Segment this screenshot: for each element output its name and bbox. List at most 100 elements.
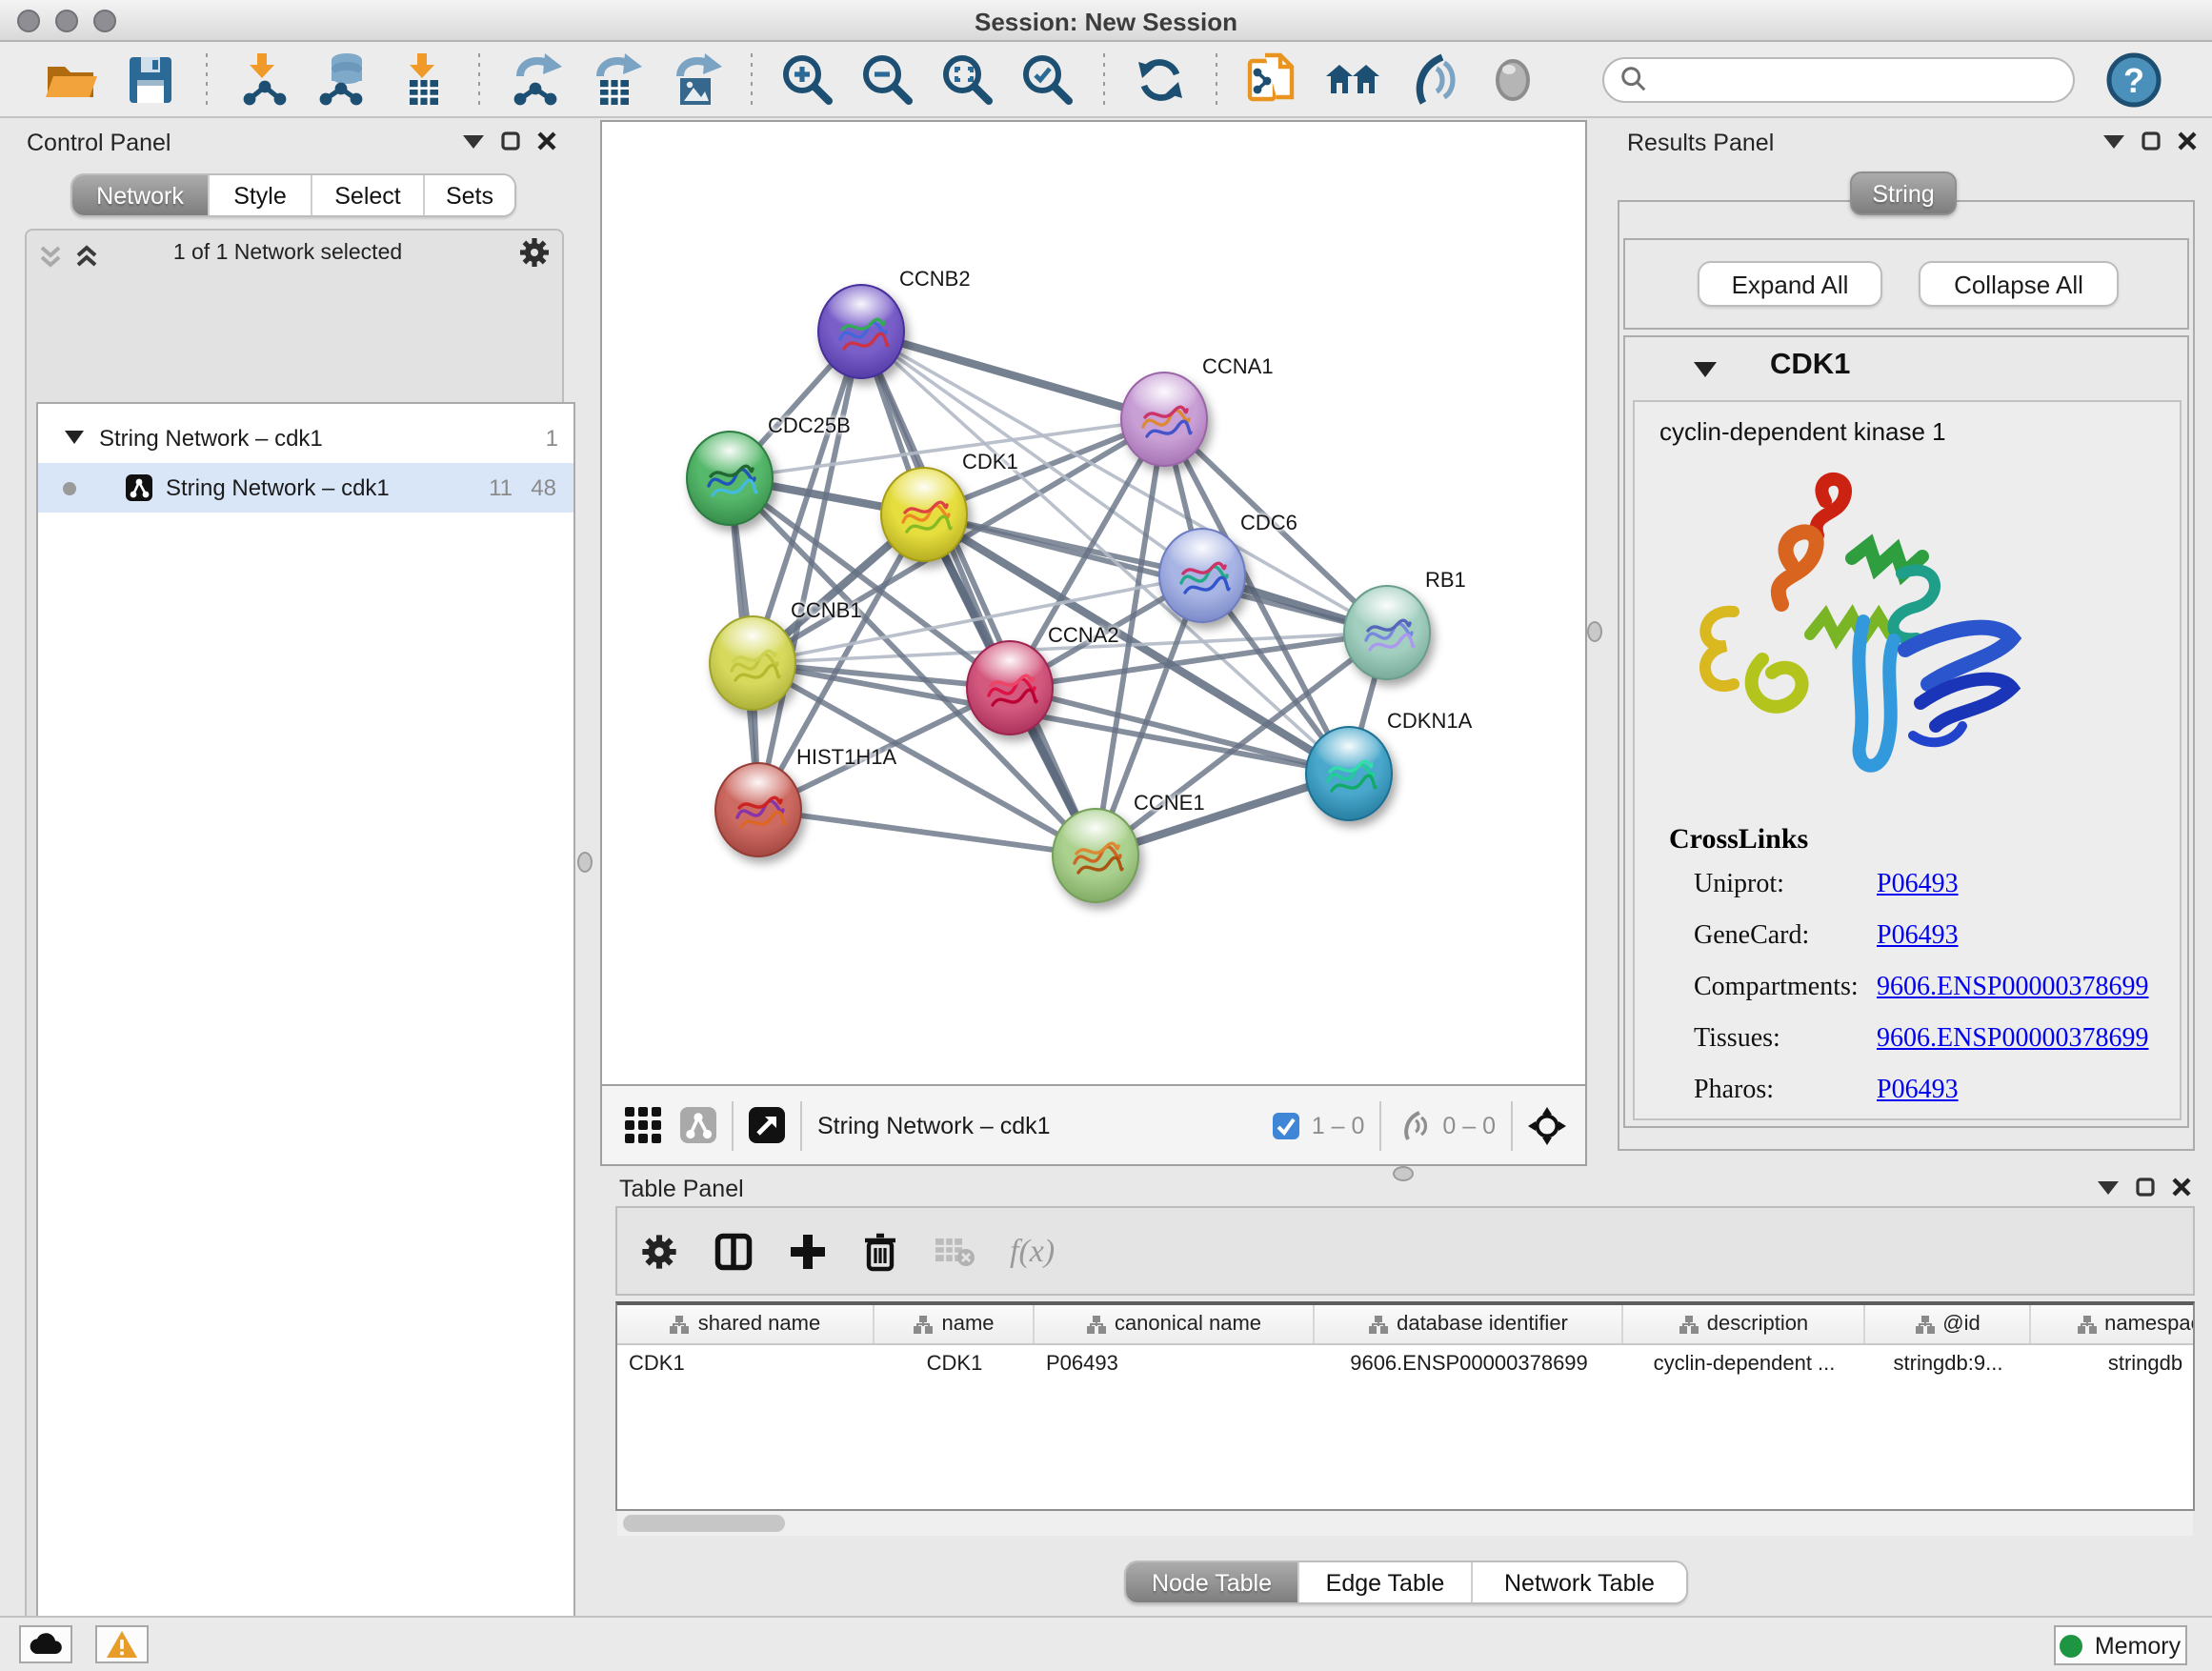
node-CCNA1[interactable] (1120, 372, 1208, 467)
tab-edge-table[interactable]: Edge Table (1299, 1562, 1473, 1602)
show-columns-icon[interactable] (713, 1230, 754, 1272)
hidden-eye-slash-icon[interactable] (1397, 1110, 1431, 1140)
collapse-all-button[interactable]: Collapse All (1919, 261, 2119, 307)
delete-column-trash-icon[interactable] (861, 1230, 899, 1272)
node-table[interactable]: shared namenamecanonical namedatabase id… (615, 1301, 2195, 1511)
cloud-button[interactable] (19, 1625, 72, 1663)
tab-sets[interactable]: Sets (425, 175, 514, 215)
table-cell[interactable]: CDK1 (875, 1345, 1035, 1383)
panel-float-icon[interactable] (501, 131, 520, 151)
node-CDC25B[interactable] (686, 431, 774, 526)
homes-icon[interactable] (1324, 50, 1381, 108)
column-header-description[interactable]: description (1623, 1305, 1865, 1343)
column-header--id[interactable]: @id (1865, 1305, 2031, 1343)
tab-style[interactable]: Style (210, 175, 312, 215)
zoom-selected-icon[interactable] (1019, 50, 1076, 108)
table-cell[interactable]: cyclin-dependent ... (1623, 1345, 1865, 1383)
node-CDK1[interactable] (880, 467, 968, 562)
zoom-out-icon[interactable] (859, 50, 916, 108)
create-column-plus-icon[interactable] (789, 1232, 827, 1270)
node-CCNA2[interactable] (966, 640, 1054, 735)
memory-button[interactable]: Memory (2054, 1625, 2187, 1665)
save-session-icon[interactable] (122, 50, 179, 108)
left-splitter-handle[interactable] (577, 852, 593, 873)
export-image-icon[interactable] (667, 50, 724, 108)
crosslink-link[interactable]: P06493 (1877, 922, 1959, 953)
import-network-icon[interactable] (234, 50, 292, 108)
scrollbar-thumb[interactable] (623, 1515, 785, 1532)
selected-checkbox-icon[interactable] (1274, 1112, 1300, 1138)
network-row-selected[interactable]: String Network – cdk1 11 48 (38, 463, 573, 513)
edge-CCNB2-CCNA1[interactable] (861, 332, 1164, 419)
column-header-database-identifier[interactable]: database identifier (1315, 1305, 1623, 1343)
panel-float-icon[interactable] (2142, 131, 2161, 151)
tab-string[interactable]: String (1850, 171, 1957, 215)
collection-expander-icon[interactable] (65, 431, 84, 446)
import-table-icon[interactable] (394, 50, 452, 108)
table-cell[interactable]: stringdb (2031, 1345, 2195, 1383)
crosslink-link[interactable]: P06493 (1877, 1077, 1959, 1107)
column-header-name[interactable]: name (875, 1305, 1035, 1343)
table-horizontal-scrollbar[interactable] (617, 1511, 2193, 1536)
panel-close-icon[interactable] (2178, 131, 2197, 151)
window-title: Session: New Session (0, 8, 2212, 36)
panel-collapse-icon[interactable] (2103, 132, 2124, 150)
table-cell[interactable]: CDK1 (617, 1345, 875, 1383)
edge-CCNB2-HIST1H1A[interactable] (758, 332, 861, 810)
show-panels-eye-icon[interactable] (1484, 50, 1541, 108)
table-cell[interactable]: stringdb:9... (1865, 1345, 2031, 1383)
warnings-button[interactable] (95, 1625, 149, 1663)
node-CCNB2[interactable] (817, 284, 905, 379)
zoom-in-icon[interactable] (779, 50, 836, 108)
string-share-icon[interactable] (680, 1107, 716, 1143)
node-HIST1H1A[interactable] (714, 762, 802, 857)
birdseye-grid-icon[interactable] (625, 1107, 661, 1143)
edge-CCNE1-HIST1H1A[interactable] (758, 810, 1096, 856)
tab-network[interactable]: Network (72, 175, 210, 215)
panel-close-icon[interactable] (537, 131, 556, 151)
refresh-icon[interactable] (1132, 50, 1189, 108)
panel-float-icon[interactable] (2136, 1178, 2155, 1197)
table-cell[interactable]: 9606.ENSP00000378699 (1315, 1345, 1623, 1383)
node-CDC6[interactable] (1158, 528, 1246, 623)
node-CCNB1[interactable] (709, 615, 796, 711)
network-canvas[interactable]: CCNB2CCNA1CDC25BCDK1CDC6RB1CCNB1CCNA2CDK… (600, 120, 1587, 1086)
column-header-namespace[interactable]: namespace (2031, 1305, 2195, 1343)
network-collection-row[interactable]: String Network – cdk1 1 (38, 413, 573, 463)
node-CCNE1[interactable] (1052, 808, 1139, 903)
table-cell[interactable]: P06493 (1035, 1345, 1315, 1383)
expand-all-button[interactable]: Expand All (1698, 261, 1882, 307)
column-header-shared-name[interactable]: shared name (617, 1305, 875, 1343)
export-network-icon[interactable] (507, 50, 564, 108)
table-row[interactable]: CDK1CDK1P064939606.ENSP00000378699cyclin… (617, 1345, 2193, 1383)
panel-collapse-icon[interactable] (463, 132, 484, 150)
hide-panels-icon[interactable] (1404, 50, 1461, 108)
crosslink-link[interactable]: 9606.ENSP00000378699 (1877, 974, 2148, 1004)
panel-collapse-icon[interactable] (2098, 1178, 2119, 1196)
zoom-fit-icon[interactable] (939, 50, 996, 108)
import-database-icon[interactable] (314, 50, 372, 108)
open-session-icon[interactable] (42, 50, 99, 108)
node-RB1[interactable] (1343, 585, 1431, 680)
table-options-gear-icon[interactable] (640, 1232, 678, 1270)
column-header-canonical-name[interactable]: canonical name (1035, 1305, 1315, 1343)
search-field[interactable] (1602, 56, 2075, 102)
tab-network-table[interactable]: Network Table (1473, 1562, 1686, 1602)
open-in-browser-icon[interactable] (749, 1107, 785, 1143)
fit-crosshair-icon[interactable] (1528, 1106, 1566, 1144)
table-header-row: shared namenamecanonical namedatabase id… (617, 1305, 2193, 1345)
export-table-icon[interactable] (587, 50, 644, 108)
hidden-counts: 0 – 0 (1442, 1112, 1496, 1138)
gene-expander-icon[interactable] (1694, 362, 1717, 379)
annotation-copy-icon[interactable] (1244, 50, 1301, 108)
crosslink-link[interactable]: P06493 (1877, 871, 1959, 901)
tab-node-table[interactable]: Node Table (1126, 1562, 1299, 1602)
crosslink-link[interactable]: 9606.ENSP00000378699 (1877, 1025, 2148, 1056)
control-panel-tabs: Network Style Select Sets (70, 173, 516, 217)
panel-close-icon[interactable] (2172, 1178, 2191, 1197)
help-icon[interactable]: ? (2105, 50, 2162, 108)
tab-select[interactable]: Select (312, 175, 425, 215)
network-options-gear-icon[interactable] (518, 236, 551, 269)
node-CDKN1A[interactable] (1305, 726, 1393, 821)
string-app-icon (126, 474, 152, 501)
